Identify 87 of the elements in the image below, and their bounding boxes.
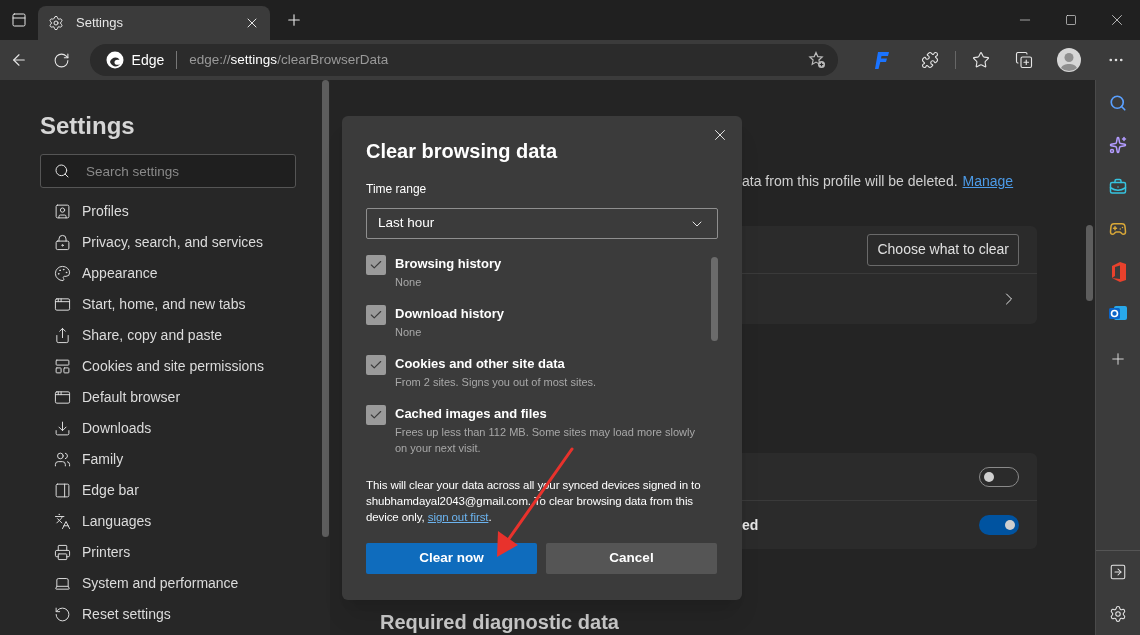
window-icon [54, 389, 71, 406]
nav-item[interactable]: Default browser [40, 382, 330, 413]
checkbox[interactable] [366, 305, 386, 325]
reload-icon[interactable] [52, 51, 70, 69]
tab-actions-icon[interactable] [11, 12, 27, 28]
printer-icon [54, 544, 71, 561]
add-favorite-icon[interactable] [807, 51, 826, 69]
search-icon [54, 163, 70, 179]
settings-icon[interactable] [1109, 605, 1127, 623]
section-heading: Required diagnostic data [380, 610, 620, 635]
avatar-icon[interactable] [1057, 48, 1082, 72]
window-icon [54, 296, 71, 313]
notice-text: ata from this profile will be deleted. [742, 172, 958, 191]
check-icon [369, 308, 383, 322]
option-label: Download history [395, 305, 505, 323]
time-range-dropdown[interactable]: Last hour [366, 208, 718, 239]
share-icon [54, 327, 71, 344]
dialog-title: Clear browsing data [366, 139, 559, 164]
option-label: Cookies and other site data [395, 355, 566, 373]
favorites-icon[interactable] [971, 51, 990, 69]
nav-item[interactable]: Privacy, search, and services [40, 227, 330, 258]
choose-what-to-clear-button[interactable]: Choose what to clear [867, 233, 1019, 266]
scrollbar[interactable] [322, 80, 329, 537]
checkbox[interactable] [366, 405, 386, 425]
option-label: Cached images and files [395, 405, 548, 423]
puzzle-icon[interactable] [921, 51, 940, 69]
nav-item[interactable]: Profiles [40, 196, 330, 227]
nav-item[interactable]: Family [40, 444, 330, 475]
address-bar[interactable]: Edge edge://settings/clearBrowserData [89, 44, 838, 76]
option-label: Browsing history [395, 255, 502, 273]
user-card-icon [54, 203, 71, 220]
checkbox[interactable] [366, 355, 386, 375]
mail-logo-icon[interactable] [1109, 304, 1127, 322]
settings-icon [48, 15, 64, 31]
extension-logo-icon[interactable] [875, 51, 890, 69]
gamepad-icon[interactable] [1109, 220, 1127, 238]
nav-item[interactable]: Share, copy and paste [40, 320, 330, 351]
url-text: edge://settings/clearBrowserData [189, 50, 390, 69]
nav-item[interactable]: Edge bar [40, 475, 330, 506]
nav-item[interactable]: Languages [40, 506, 330, 537]
option-detail: From 2 sites. Signs you out of most sites. [395, 375, 597, 390]
toggle-switch[interactable] [979, 515, 1019, 535]
search-icon[interactable] [1109, 94, 1127, 112]
add-icon[interactable] [1109, 350, 1127, 368]
nav-item[interactable]: Reset settings [40, 599, 330, 630]
sidebar-icon [54, 482, 71, 499]
search-field[interactable]: Search settings [40, 154, 296, 188]
people-icon [54, 451, 71, 468]
checkbox[interactable] [366, 255, 386, 275]
scrollbar[interactable] [711, 257, 718, 341]
office-logo-icon[interactable] [1110, 262, 1126, 282]
nav-item[interactable]: Start, home, and new tabs [40, 289, 330, 320]
reset-icon [54, 606, 71, 623]
nav-item[interactable]: Appearance [40, 258, 330, 289]
manage-link[interactable]: Manage [962, 171, 1014, 192]
lock-icon [54, 234, 71, 251]
toolbox-icon[interactable] [1109, 178, 1127, 196]
language-icon [54, 513, 71, 530]
page-title: Settings [40, 112, 136, 140]
nav-item[interactable]: Downloads [40, 413, 330, 444]
check-icon [369, 258, 383, 272]
panel-icon [54, 358, 71, 375]
option-detail: None [395, 275, 423, 290]
clear-now-button[interactable]: Clear now [366, 543, 537, 574]
collections-icon[interactable] [1014, 51, 1033, 69]
check-icon [369, 408, 383, 422]
cancel-button[interactable]: Cancel [546, 543, 717, 574]
maximize-icon[interactable] [1065, 14, 1077, 26]
field-label: Time range [366, 181, 428, 198]
edge-logo-icon [105, 51, 124, 69]
download-icon [54, 420, 71, 437]
nav-item[interactable]: Printers [40, 537, 330, 568]
site-label: Edge [131, 50, 165, 70]
laptop-icon [54, 575, 71, 592]
tab-title: Settings [76, 14, 124, 33]
option-detail: Frees up less than 112 MB. Some sites may load more slowly on your next visit. [395, 425, 696, 456]
setting-label: ed [742, 515, 759, 535]
sparkle-icon[interactable] [1109, 136, 1127, 154]
palette-icon [54, 265, 71, 282]
option-detail: None [395, 325, 423, 340]
nav-item[interactable]: Cookies and site permissions [40, 351, 330, 382]
scrollbar[interactable] [1086, 225, 1093, 301]
check-icon [369, 358, 383, 372]
collapse-icon[interactable] [1109, 563, 1127, 581]
new-tab-icon[interactable] [285, 11, 303, 29]
browser-tab[interactable]: Settings [38, 6, 270, 40]
nav-item[interactable]: System and performance [40, 568, 330, 599]
